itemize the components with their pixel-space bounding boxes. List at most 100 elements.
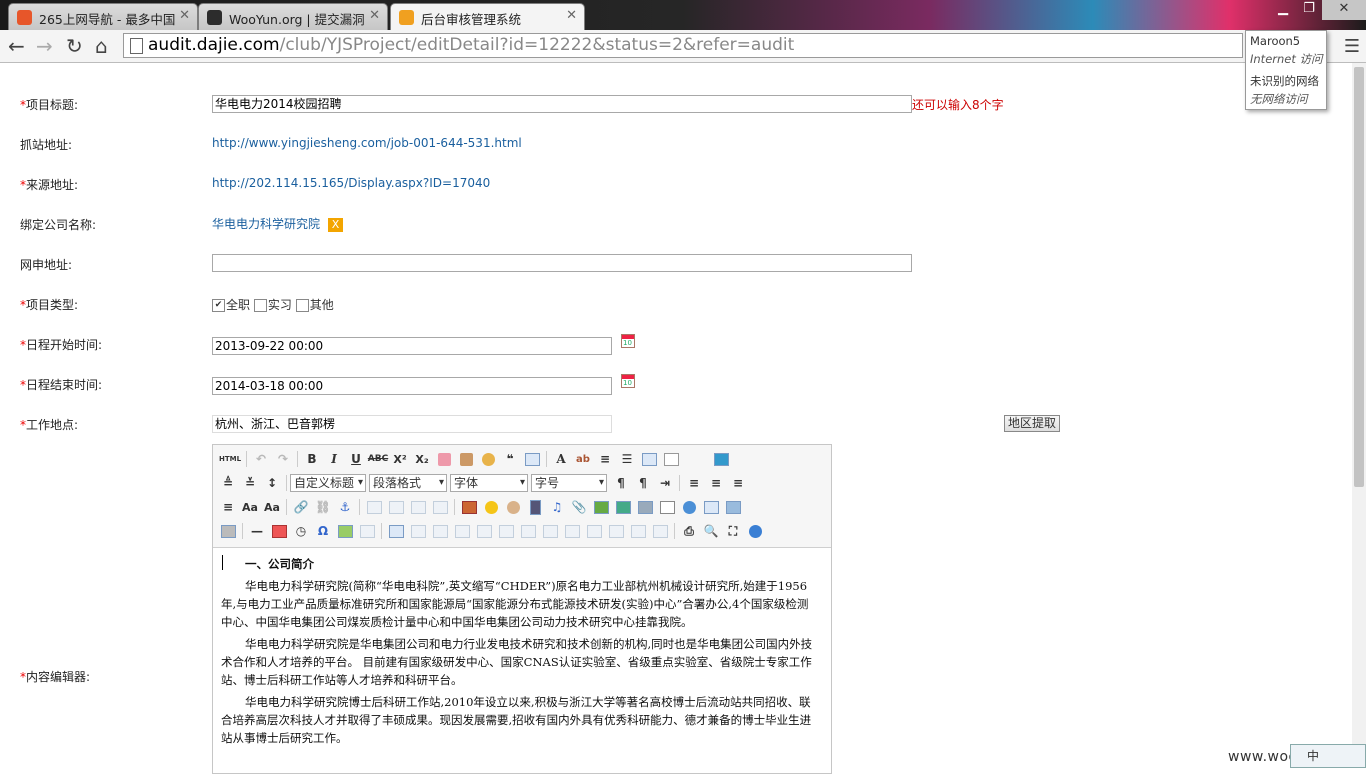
split-cells-icon[interactable] <box>607 522 625 540</box>
scrollbar-thumb[interactable] <box>1354 67 1364 487</box>
remove-company-button[interactable]: X <box>328 217 344 232</box>
start-input[interactable]: 2013-09-22 00:00 <box>212 337 612 355</box>
image-none-icon[interactable] <box>365 498 383 516</box>
checkbox-icon[interactable] <box>295 299 309 312</box>
delete-col-icon[interactable] <box>519 522 537 540</box>
justify-icon[interactable]: ≡ <box>219 498 237 516</box>
restore-icon[interactable]: ❐ <box>1296 0 1322 20</box>
multi-image-icon[interactable] <box>592 498 610 516</box>
menu-icon[interactable]: ☰ <box>1344 36 1360 57</box>
help-icon[interactable] <box>746 522 764 540</box>
clear-doc-icon[interactable] <box>662 450 680 468</box>
tab-audit[interactable]: 后台审核管理系统 ✕ <box>390 3 585 30</box>
snapscreen-icon[interactable] <box>358 522 376 540</box>
background-color-icon[interactable]: ab <box>574 450 592 468</box>
to-lowercase-icon[interactable]: Aa <box>263 498 281 516</box>
superscript-icon[interactable]: X² <box>391 450 409 468</box>
source-link[interactable]: http://202.114.15.165/Display.aspx?ID=17… <box>212 176 490 190</box>
rich-text-editor[interactable]: HTML ↶ ↷ B I U ABC X² X₂ ❝ A ab ≡ ☰ ≜ ≚ … <box>212 444 832 774</box>
bold-icon[interactable]: B <box>303 450 321 468</box>
tab-265[interactable]: 265上网导航 - 最多中国 ✕ <box>8 3 198 30</box>
location-input[interactable]: 杭州、浙江、巴音郭楞 <box>212 415 612 433</box>
gmap-icon[interactable] <box>636 498 654 516</box>
template-icon[interactable] <box>724 498 742 516</box>
frame-icon[interactable] <box>658 498 676 516</box>
scrawl-icon[interactable] <box>504 498 522 516</box>
align-center-icon[interactable]: ≡ <box>707 474 725 492</box>
insert-row-icon[interactable] <box>453 522 471 540</box>
insert-col-icon[interactable] <box>497 522 515 540</box>
ltr-icon[interactable]: ¶ <box>612 474 630 492</box>
apply-input[interactable] <box>212 254 912 272</box>
tab-wooyun[interactable]: WooYun.org | 提交漏洞 ✕ <box>198 3 388 30</box>
row-spacing-bottom-icon[interactable]: ≚ <box>241 474 259 492</box>
page-break-icon[interactable] <box>702 498 720 516</box>
paragraph-format-select[interactable]: 段落格式 <box>369 474 447 492</box>
calendar-icon[interactable]: 10 <box>621 374 635 388</box>
print-icon[interactable]: ⎙ <box>680 522 698 540</box>
end-input[interactable]: 2014-03-18 00:00 <box>212 377 612 395</box>
select-all-icon[interactable] <box>640 450 658 468</box>
unlink-icon[interactable]: ⛓ <box>314 498 332 516</box>
search-icon[interactable]: 🔍 <box>702 522 720 540</box>
eraser-icon[interactable] <box>435 450 453 468</box>
line-height-icon[interactable]: ↕ <box>263 474 281 492</box>
web-image-icon[interactable] <box>680 498 698 516</box>
time-icon[interactable]: ◷ <box>292 522 310 540</box>
minimize-icon[interactable]: ▁ <box>1270 0 1296 20</box>
title-input[interactable]: 华电电力2014校园招聘 <box>212 95 912 113</box>
close-window-icon[interactable]: ✕ <box>1322 0 1366 20</box>
forward-icon[interactable]: → <box>36 34 53 58</box>
emotion-icon[interactable] <box>482 498 500 516</box>
auto-format-icon[interactable] <box>479 450 497 468</box>
redo-icon[interactable]: ↷ <box>274 450 292 468</box>
horizontal-rule-icon[interactable]: — <box>248 522 266 540</box>
insert-paragraph-before-table-icon[interactable] <box>431 522 449 540</box>
font-size-select[interactable]: 字号 <box>531 474 607 492</box>
underline-icon[interactable]: U <box>347 450 365 468</box>
close-icon[interactable]: ✕ <box>369 8 380 23</box>
custom-heading-select[interactable]: 自定义标题 <box>290 474 366 492</box>
image-left-icon[interactable] <box>387 498 405 516</box>
link-icon[interactable]: 🔗 <box>292 498 310 516</box>
reload-icon[interactable]: ↻ <box>66 34 83 58</box>
italic-icon[interactable]: I <box>325 450 343 468</box>
checkbox-checked-icon[interactable]: ✔ <box>212 299 225 312</box>
music-icon[interactable]: ♫ <box>548 498 566 516</box>
map-icon[interactable] <box>614 498 632 516</box>
delete-table-icon[interactable] <box>409 522 427 540</box>
font-family-select[interactable]: 字体 <box>450 474 528 492</box>
type-fulltime[interactable]: ✔ 全职 <box>212 298 250 312</box>
align-left-icon[interactable]: ≡ <box>685 474 703 492</box>
split-cols-icon[interactable] <box>651 522 669 540</box>
insert-image-icon[interactable] <box>460 498 478 516</box>
image-center-icon[interactable] <box>431 498 449 516</box>
type-other[interactable]: 其他 <box>295 298 334 312</box>
background-icon[interactable] <box>219 522 237 540</box>
unordered-list-icon[interactable]: ☰ <box>618 450 636 468</box>
home-icon[interactable]: ⌂ <box>95 34 108 58</box>
close-icon[interactable]: ✕ <box>179 8 190 23</box>
crawl-link[interactable]: http://www.yingjiesheng.com/job-001-644-… <box>212 136 522 150</box>
rtl-icon[interactable]: ¶ <box>634 474 652 492</box>
subscript-icon[interactable]: X₂ <box>413 450 431 468</box>
paste-plain-icon[interactable] <box>523 450 541 468</box>
back-icon[interactable]: ← <box>8 34 25 58</box>
insert-table-icon[interactable] <box>387 522 405 540</box>
preview-icon[interactable] <box>712 450 730 468</box>
merge-cells-icon[interactable] <box>541 522 559 540</box>
type-intern[interactable]: 实习 <box>253 298 292 312</box>
to-uppercase-icon[interactable]: Aa <box>241 498 259 516</box>
search-replace-icon[interactable]: ⛶ <box>724 522 742 540</box>
blockquote-icon[interactable]: ❝ <box>501 450 519 468</box>
editor-body[interactable]: 一、公司简介 华电电力科学研究院(简称“华电电科院”,英文缩写“CHDER”)原… <box>221 555 819 751</box>
merge-down-icon[interactable] <box>585 522 603 540</box>
address-bar[interactable]: audit.dajie.com/club/YJSProject/editDeta… <box>123 33 1243 58</box>
ordered-list-icon[interactable]: ≡ <box>596 450 614 468</box>
anchor-icon[interactable]: ⚓ <box>336 498 354 516</box>
close-icon[interactable]: ✕ <box>566 8 577 23</box>
company-link[interactable]: 华电电力科学研究院 <box>212 217 320 231</box>
undo-icon[interactable]: ↶ <box>252 450 270 468</box>
special-chars-icon[interactable]: Ω <box>314 522 332 540</box>
indent-icon[interactable]: ⇥ <box>656 474 674 492</box>
